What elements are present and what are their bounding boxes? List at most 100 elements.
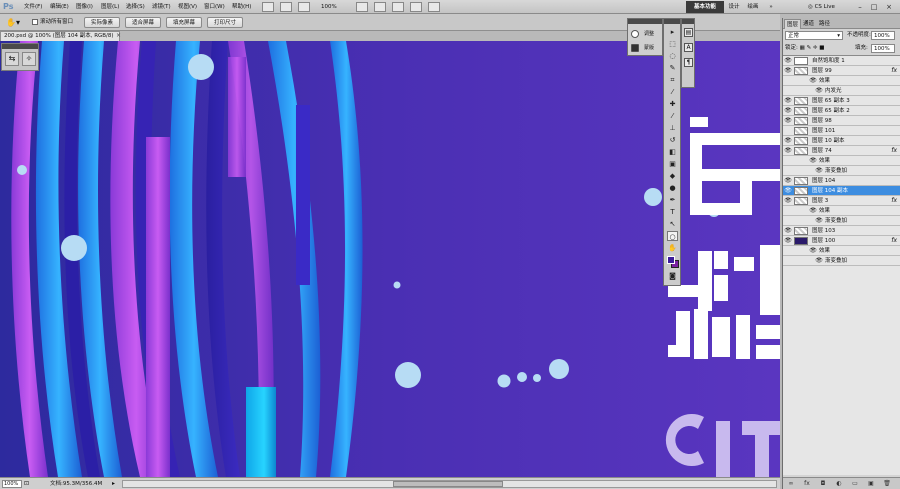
rotate-view-icon[interactable] — [392, 2, 404, 12]
move-tool-icon[interactable]: ▸ — [667, 27, 678, 37]
visibility-eye-icon[interactable]: 👁 — [784, 236, 792, 246]
eraser-tool-icon[interactable]: ◧ — [667, 147, 678, 157]
minibridge-icon[interactable] — [280, 2, 292, 12]
blur-tool-icon[interactable]: ◆ — [667, 171, 678, 181]
adjustment-layer-icon[interactable]: ◐ — [835, 480, 843, 488]
effect-eye-icon[interactable]: 👁 — [815, 256, 823, 266]
layer-row[interactable]: 👁 图层 10 副本 — [783, 136, 900, 146]
effect-row[interactable]: 👁 效果 — [783, 246, 900, 256]
visibility-eye-icon[interactable]: 👁 — [784, 66, 792, 76]
layer-row[interactable]: 👁 图层 74 fx — [783, 146, 900, 156]
tab-layers[interactable]: 图层 — [784, 19, 802, 29]
adjustments-item[interactable]: 调整 — [630, 28, 662, 40]
effect-eye-icon[interactable]: 👁 — [809, 76, 817, 86]
visibility-eye-icon[interactable]: 👁 — [784, 136, 792, 146]
pen-tool-icon[interactable]: ✒ — [667, 195, 678, 205]
effect-row[interactable]: 👁 渐变叠加 — [783, 166, 900, 176]
layer-row[interactable]: 👁 图层 65 副本 3 — [783, 96, 900, 106]
close-icon[interactable]: × — [884, 2, 894, 12]
gradient-tool-icon[interactable]: ▣ — [667, 159, 678, 169]
scroll-all-checkbox[interactable] — [32, 19, 38, 25]
layer-row[interactable]: 👁 图层 104 副本 — [783, 186, 900, 196]
tab-close-icon[interactable]: × — [116, 31, 124, 41]
shape-tool-icon[interactable]: ○ — [667, 231, 678, 241]
hand-tool-icon[interactable]: ✋▾ — [6, 17, 22, 28]
actions-icon[interactable]: ✧ — [22, 52, 36, 66]
visibility-eye-icon[interactable]: 👁 — [784, 226, 792, 236]
layer-row[interactable]: 👁 图层 98 — [783, 116, 900, 126]
menu-layer[interactable]: 图层(L) — [101, 0, 119, 14]
path-select-icon[interactable]: ↖ — [667, 219, 678, 229]
hand-tool-small-icon[interactable]: ✋ — [667, 243, 678, 253]
paragraph-icon[interactable]: ¶ — [684, 58, 693, 67]
layer-row[interactable]: 👁 图层 100 fx — [783, 236, 900, 246]
zoom-icon[interactable] — [374, 2, 386, 12]
add-mask-icon[interactable]: ◘ — [819, 480, 827, 488]
workspace-more[interactable]: » — [764, 1, 778, 13]
lock-move-icon[interactable]: ✛ — [813, 45, 818, 51]
effect-eye-icon[interactable]: 👁 — [815, 166, 823, 176]
workspace-basic[interactable]: 基本功能 — [686, 1, 724, 13]
link-icon[interactable]: ∞ — [787, 480, 795, 488]
visibility-eye-icon[interactable]: 👁 — [784, 186, 792, 196]
layer-row[interactable]: 👁 图层 104 — [783, 176, 900, 186]
effect-row[interactable]: 👁 渐变叠加 — [783, 216, 900, 226]
fill-screen-button[interactable]: 填充屏幕 — [166, 17, 202, 28]
visibility-eye-icon[interactable]: 👁 — [784, 176, 792, 186]
visibility-eye-icon[interactable]: 👁 — [784, 196, 792, 206]
effect-row[interactable]: 👁 渐变叠加 — [783, 256, 900, 266]
layer-row[interactable]: 👁 自然饱和度 1 — [783, 56, 900, 66]
trash-icon[interactable]: 🗑 — [883, 480, 891, 488]
layer-row[interactable]: 图层 101 — [783, 126, 900, 136]
brush-tool-icon[interactable]: ⁄ — [667, 111, 678, 121]
workspace-design[interactable]: 设计 — [727, 1, 741, 13]
layer-row[interactable]: 👁 图层 103 — [783, 226, 900, 236]
visibility-eye-icon[interactable]: 👁 — [784, 96, 792, 106]
print-size-button[interactable]: 打印尺寸 — [207, 17, 243, 28]
masks-item[interactable]: 蒙版 — [630, 42, 662, 54]
visibility-eye-icon[interactable]: 👁 — [784, 146, 792, 156]
swatches-icon[interactable]: ▤ — [684, 28, 693, 37]
menu-filter[interactable]: 滤镜(T) — [152, 0, 171, 14]
dodge-tool-icon[interactable]: ● — [667, 183, 678, 193]
status-info-icon[interactable]: ⊡ — [24, 480, 32, 488]
type-tool-icon[interactable]: T — [667, 207, 678, 217]
crop-tool-icon[interactable]: ⌗ — [667, 75, 678, 85]
effect-row[interactable]: 👁 内发光 — [783, 86, 900, 96]
visibility-eye-icon[interactable]: 👁 — [784, 106, 792, 116]
document-tab[interactable]: 200.psd @ 100% (图层 104 副本, RGB/8) — [0, 31, 120, 41]
effect-row[interactable]: 👁 效果 — [783, 156, 900, 166]
view-extras-icon[interactable] — [298, 2, 310, 12]
fill-input[interactable]: 100% — [871, 44, 895, 53]
foreground-color-swatch[interactable] — [667, 256, 675, 264]
menu-help[interactable]: 帮助(H) — [232, 0, 251, 14]
history-brush-icon[interactable]: ↺ — [667, 135, 678, 145]
new-layer-icon[interactable]: ▣ — [867, 480, 875, 488]
cs-live-button[interactable]: ◎ CS Live — [808, 1, 848, 13]
menu-view[interactable]: 视图(V) — [178, 0, 197, 14]
visibility-eye-icon[interactable]: 👁 — [784, 116, 792, 126]
scrollbar-thumb[interactable] — [393, 481, 503, 487]
effect-row[interactable]: 👁 效果 — [783, 206, 900, 216]
menu-image[interactable]: 图像(I) — [76, 0, 93, 14]
tab-channels[interactable]: 通道 — [801, 19, 816, 29]
lasso-tool-icon[interactable]: ◌ — [667, 51, 678, 61]
actual-pixels-button[interactable]: 实际像素 — [84, 17, 120, 28]
menu-window[interactable]: 窗口(W) — [204, 0, 225, 14]
menu-file[interactable]: 文件(F) — [24, 0, 42, 14]
tab-paths[interactable]: 路径 — [817, 19, 832, 29]
effect-eye-icon[interactable]: 👁 — [809, 156, 817, 166]
visibility-eye-icon[interactable]: 👁 — [784, 56, 792, 66]
blend-mode-select[interactable]: 正常 ▾ — [785, 31, 843, 40]
effect-eye-icon[interactable]: 👁 — [815, 86, 823, 96]
layer-row[interactable]: 👁 图层 65 副本 2 — [783, 106, 900, 116]
workspace-draw[interactable]: 绘画 — [746, 1, 760, 13]
lock-transparent-icon[interactable]: ▦ — [800, 45, 805, 51]
history-icon[interactable]: ⇆ — [5, 52, 19, 66]
arrange-docs-icon[interactable] — [410, 2, 422, 12]
bridge-icon[interactable] — [262, 2, 274, 12]
layer-row[interactable]: 👁 图层 3 fx — [783, 196, 900, 206]
zoom-level[interactable]: 100% — [321, 2, 355, 12]
lock-all-icon[interactable]: ■ — [819, 45, 824, 51]
status-zoom-input[interactable]: 100% — [2, 480, 22, 488]
